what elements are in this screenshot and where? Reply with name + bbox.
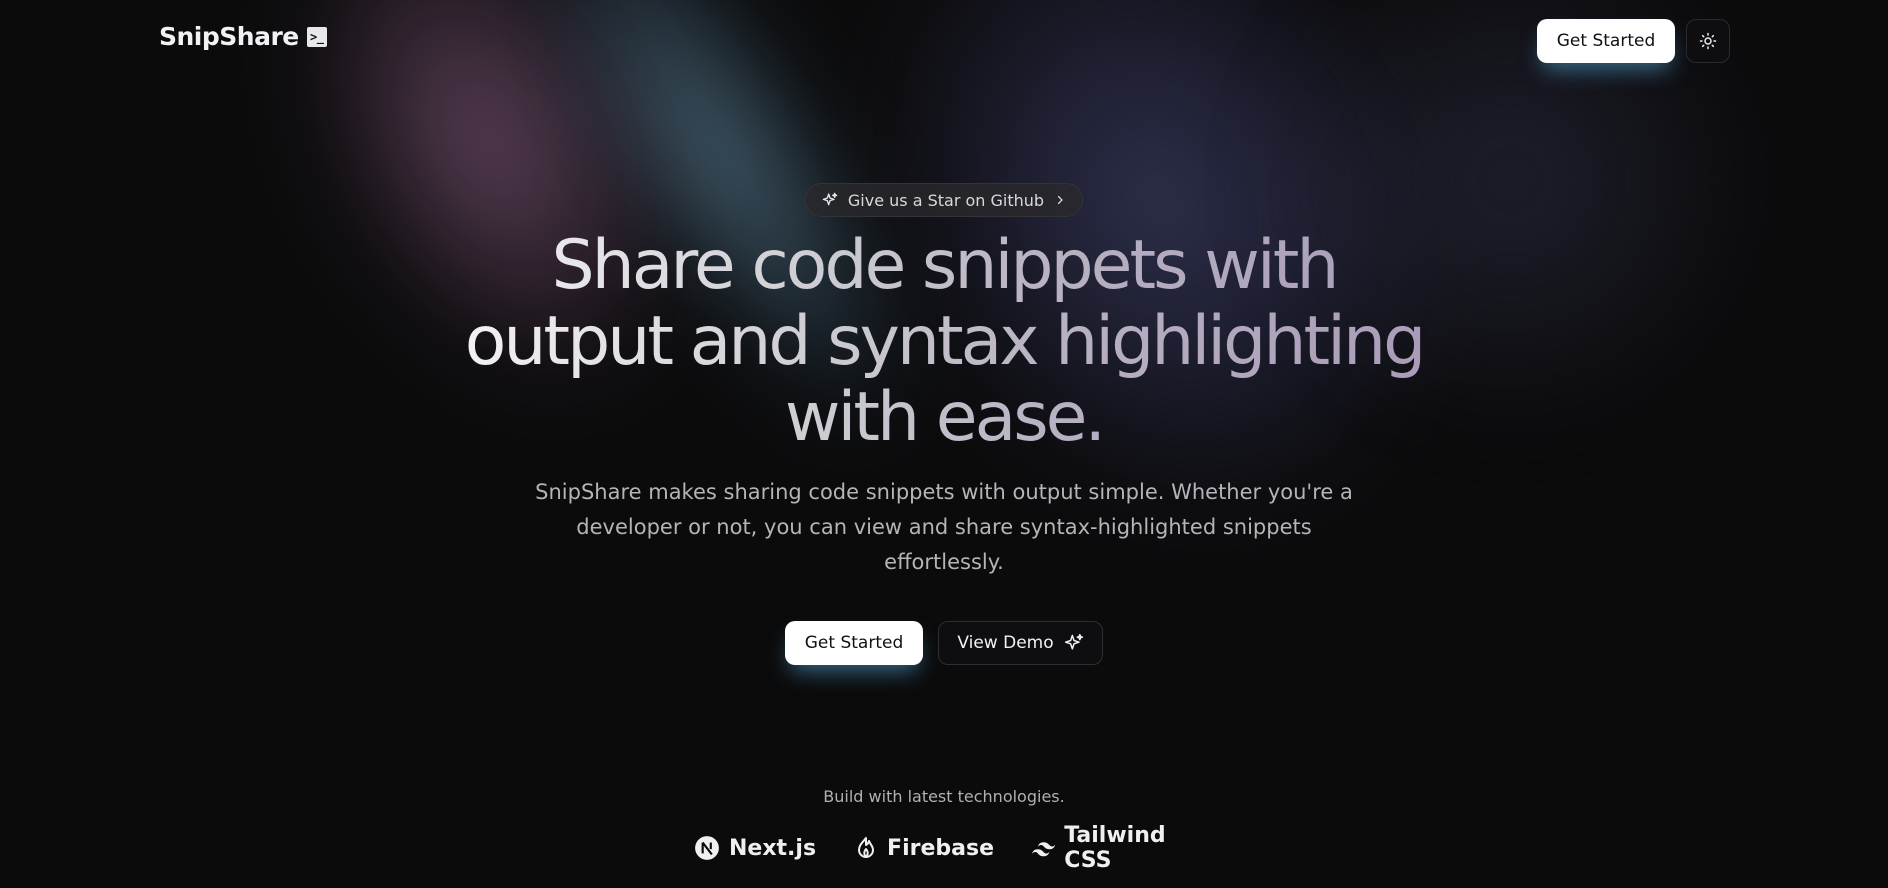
theme-toggle-button[interactable] [1686,19,1730,63]
github-pill-label: Give us a Star on Github [847,190,1045,210]
tech-item-tailwind: Tailwind CSS [1032,823,1194,873]
nextjs-icon [695,836,719,860]
tech-label: Firebase [887,835,994,861]
hero-get-started-button[interactable]: Get Started [785,621,923,665]
sparkle-icon [1064,633,1083,650]
view-demo-label: View Demo [957,633,1054,653]
site-header: SnipShare >_ Get Started [0,0,1888,84]
logo[interactable]: SnipShare >_ [159,22,327,51]
terminal-icon: >_ [306,26,327,47]
sun-icon [1699,32,1717,50]
logo-text: SnipShare [159,22,299,51]
view-demo-button[interactable]: View Demo [938,621,1103,665]
tailwind-icon [1032,842,1056,857]
github-star-pill[interactable]: Give us a Star on Github [805,183,1083,217]
hero-headline: Share code snippets with output and synt… [444,228,1444,456]
tech-label: Tailwind CSS [1064,823,1166,873]
tech-label: Next.js [729,835,817,861]
firebase-icon [858,837,875,858]
landing-page: SnipShare >_ Get Started Give us a Star … [0,0,1888,888]
header-get-started-button[interactable]: Get Started [1537,19,1675,63]
sparkle-icon [822,192,838,206]
tech-list: Next.js Firebase Tailwind CSS [694,823,1194,873]
tech-item-firebase: Firebase [854,835,994,861]
hero-description: SnipShare makes sharing code snippets wi… [535,480,1353,574]
tech-item-nextjs: Next.js [694,835,816,861]
tech-title: Build with latest technologies. [823,787,1065,806]
chevron-right-icon [1057,195,1063,205]
